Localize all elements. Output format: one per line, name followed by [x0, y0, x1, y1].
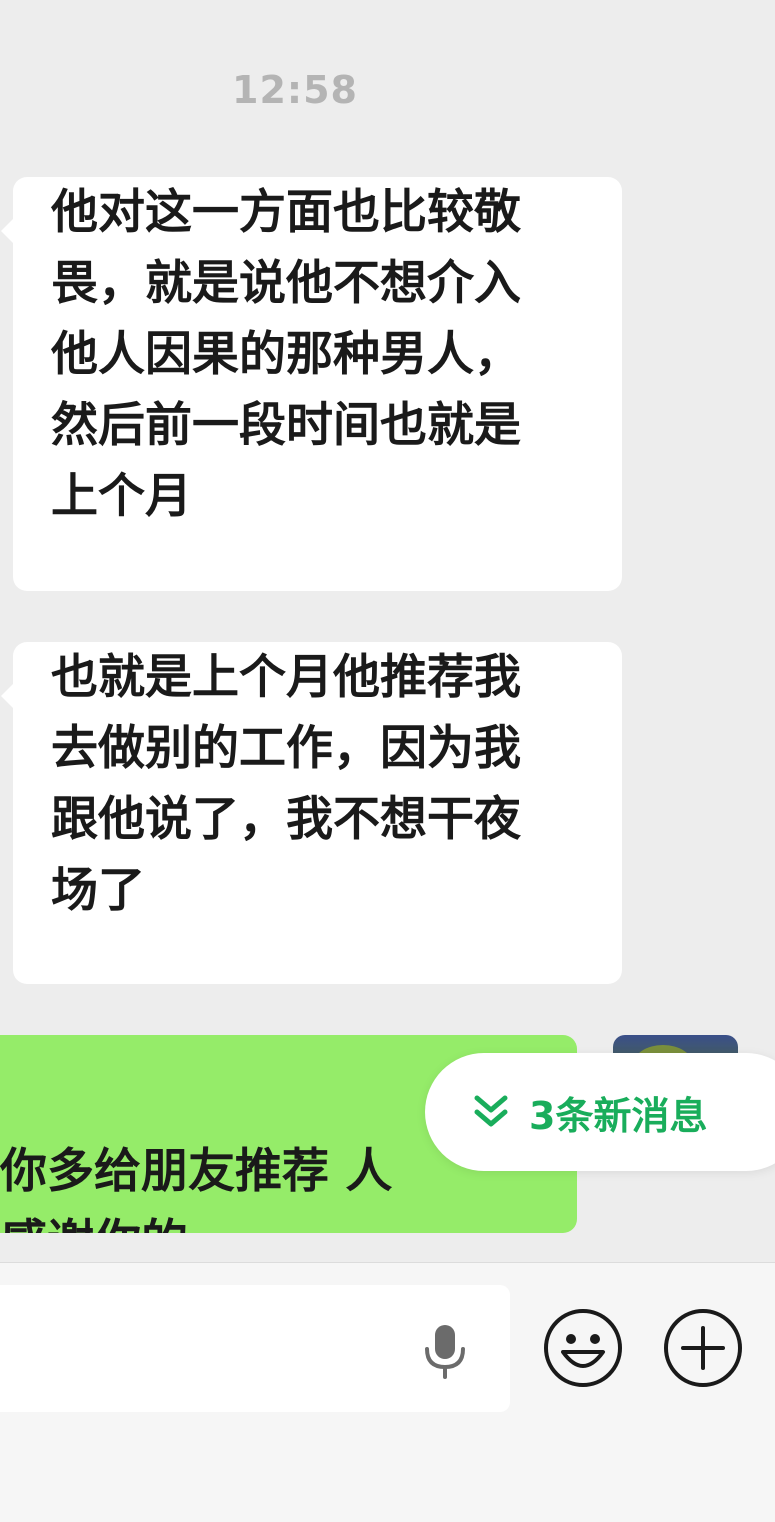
mic-icon[interactable] [423, 1323, 467, 1379]
input-bar [0, 1262, 775, 1522]
double-chevron-down-icon [474, 1095, 508, 1127]
new-messages-button[interactable]: 3条新消息 [425, 1053, 775, 1171]
incoming-message-bubble[interactable]: 也就是上个月他推荐我 去做别的工作，因为我 跟他说了，我不想干夜 场了 [1, 642, 622, 984]
plus-icon[interactable] [663, 1308, 743, 1388]
chat-screen: 12:58 他对这一方面也比较敬 畏，就是说他不想介入 他人因果的那种男人， 然… [0, 0, 775, 1522]
message-timestamp: 12:58 [232, 68, 358, 112]
message-text: 也就是上个月他推荐我 去做别的工作，因为我 跟他说了，我不想干夜 场了 [51, 650, 521, 918]
new-messages-label: 3条新消息 [529, 1093, 708, 1138]
message-text: 他对这一方面也比较敬 畏，就是说他不想介入 他人因果的那种男人， 然后前一段时间… [51, 185, 521, 524]
incoming-message-bubble[interactable]: 他对这一方面也比较敬 畏，就是说他不想介入 他人因果的那种男人， 然后前一段时间… [1, 177, 622, 591]
emoji-icon[interactable] [543, 1308, 623, 1388]
